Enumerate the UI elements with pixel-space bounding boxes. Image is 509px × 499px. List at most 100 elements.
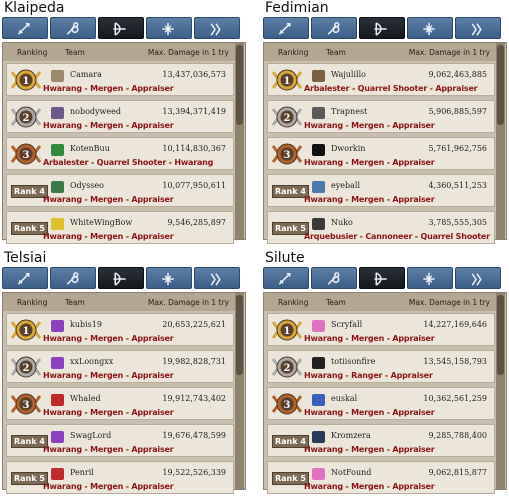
ranking-header: Ranking <box>278 298 309 307</box>
tab-scout[interactable] <box>455 267 501 289</box>
scrollbar-thumb[interactable] <box>236 45 243 125</box>
table-row[interactable]: Rank 4 eyeball 4,360,511,253 Hwarang - Merg… <box>267 174 495 207</box>
tab-sword[interactable] <box>2 17 48 39</box>
team-name: euskal <box>331 394 358 403</box>
class-combo: Hwarang - Mergen - Appraiser <box>43 232 174 241</box>
scrollbar[interactable] <box>235 293 244 489</box>
tab-scout[interactable] <box>455 17 501 39</box>
tab-scout[interactable] <box>194 17 240 39</box>
team-header: Team <box>326 298 346 307</box>
table-row[interactable]: Rank 5 Penril 19,522,526,339 Hwarang - Merg… <box>6 461 234 494</box>
tentacle-emblem-icon <box>51 107 64 119</box>
red-bird-emblem-icon <box>51 394 64 406</box>
staff-icon <box>66 22 79 35</box>
max-damage: 9,546,285,897 <box>167 218 226 227</box>
tab-staff[interactable] <box>50 17 96 39</box>
team-name: NotFound <box>331 468 372 477</box>
ranking-panel-silute: Silute Ranking Team Max. Damage in 1 try 1 Sc… <box>263 250 509 494</box>
team-name: WhiteWingBow <box>70 218 133 227</box>
tab-bow[interactable] <box>98 17 144 39</box>
purple-dragon-emblem-icon <box>51 320 64 332</box>
max-damage: 19,522,526,339 <box>162 468 226 477</box>
class-combo: Arbalester - Quarrel Shooter - Appraiser <box>304 84 478 93</box>
table-header: Ranking Team Max. Damage in 1 try <box>264 293 496 311</box>
max-damage: 19,982,828,731 <box>162 357 226 366</box>
max-damage: 13,545,158,793 <box>423 357 487 366</box>
table-header: Ranking Team Max. Damage in 1 try <box>3 293 235 311</box>
purple-dragon-emblem-icon <box>51 431 64 443</box>
scrollbar[interactable] <box>235 43 244 239</box>
table-row[interactable]: Rank 5 NotFound 9,062,815,877 Hwarang - Mer… <box>267 461 495 494</box>
scrollbar-thumb[interactable] <box>497 45 504 125</box>
table-row[interactable]: 1 Camara 13,437,036,573 Hwarang - Mergen - … <box>6 63 234 96</box>
staff-icon <box>327 272 340 285</box>
hat-emblem-icon <box>312 70 325 82</box>
server-title: Klaipeda <box>4 0 65 16</box>
tab-cleric[interactable] <box>146 17 192 39</box>
tab-staff[interactable] <box>311 267 357 289</box>
table-row[interactable]: 2 nobodyweed 13,394,371,419 Hwarang - Merge… <box>6 100 234 133</box>
max-damage: 10,362,561,259 <box>423 394 487 403</box>
scrollbar[interactable] <box>496 43 505 239</box>
sword-icon <box>17 273 30 285</box>
class-combo: Hwarang - Mergen - Appraiser <box>304 195 435 204</box>
max-damage: 9,062,815,877 <box>428 468 487 477</box>
max-damage: 13,394,371,419 <box>162 107 226 116</box>
red-bird-emblem-icon <box>51 468 64 480</box>
tab-bow[interactable] <box>359 17 405 39</box>
server-title: Fedimian <box>265 0 329 16</box>
scout-icon <box>471 273 482 286</box>
table-row[interactable]: 3 Whaled 19,912,743,402 Hwarang - Mergen - … <box>6 387 234 420</box>
tab-staff[interactable] <box>50 267 96 289</box>
table-row[interactable]: Rank 4 Odysseo 10,077,950,611 Hwarang - Mer… <box>6 174 234 207</box>
team-name: kubis19 <box>70 320 102 329</box>
table-row[interactable]: Rank 5 Nuko 3,785,555,305 Arquebusier - Can… <box>267 211 495 244</box>
scrollbar[interactable] <box>496 293 505 489</box>
table-row[interactable]: 1 Wajulillo 9,062,463,885 Arbalester - Quar… <box>267 63 495 96</box>
tab-cleric[interactable] <box>407 17 453 39</box>
class-combo: Hwarang - Mergen - Appraiser <box>43 334 174 343</box>
bow-icon <box>374 22 387 36</box>
table-row[interactable]: 2 xxLoongxx 19,982,828,731 Hwarang - Mergen… <box>6 350 234 383</box>
class-combo: Hwarang - Mergen - Appraiser <box>304 445 435 454</box>
ranking-header: Ranking <box>278 48 309 57</box>
svg-text:1: 1 <box>23 76 30 87</box>
team-name: SwagLord <box>70 431 112 440</box>
tab-sword[interactable] <box>263 17 309 39</box>
svg-text:1: 1 <box>284 76 291 87</box>
tab-scout[interactable] <box>194 267 240 289</box>
table-row[interactable]: 3 KotenBuu 10,114,830,367 Arbalester - Quar… <box>6 137 234 170</box>
table-row[interactable]: Rank 4 SwagLord 19,676,478,599 Hwarang - Me… <box>6 424 234 457</box>
ranking-board: Ranking Team Max. Damage in 1 try 1 kubis19 2… <box>2 292 246 494</box>
tab-bow[interactable] <box>359 267 405 289</box>
table-row[interactable]: 2 Trapnest 5,906,885,597 Hwarang - Mergen -… <box>267 100 495 133</box>
max-damage: 10,114,830,367 <box>162 144 226 153</box>
table-row[interactable]: 3 Dworkin 5,761,962,756 Hwarang - Mergen - … <box>267 137 495 170</box>
scrollbar-thumb[interactable] <box>497 295 504 375</box>
rank-1-badge-icon: 1 <box>271 69 303 91</box>
tab-sword[interactable] <box>263 267 309 289</box>
table-header: Ranking Team Max. Damage in 1 try <box>3 43 235 61</box>
tab-cleric[interactable] <box>146 267 192 289</box>
class-combo: Hwarang - Mergen - Appraiser <box>43 371 174 380</box>
tab-staff[interactable] <box>311 17 357 39</box>
table-row[interactable]: 3 euskal 10,362,561,259 Hwarang - Mergen - … <box>267 387 495 420</box>
damage-header: Max. Damage in 1 try <box>408 298 490 307</box>
tab-cleric[interactable] <box>407 267 453 289</box>
sword-icon <box>17 23 30 35</box>
team-name: Kromzera <box>331 431 371 440</box>
rank-3-badge-icon: 3 <box>10 393 42 415</box>
max-damage: 5,906,885,597 <box>428 107 487 116</box>
pink-creature-emblem-icon <box>312 468 325 480</box>
tab-sword[interactable] <box>2 267 48 289</box>
table-row[interactable]: 1 Scryfall 14,227,169,646 Hwarang - Mergen … <box>267 313 495 346</box>
svg-text:1: 1 <box>284 326 291 337</box>
table-row[interactable]: 1 kubis19 20,653,225,621 Hwarang - Mergen -… <box>6 313 234 346</box>
tab-bow[interactable] <box>98 267 144 289</box>
table-row[interactable]: Rank 4 Kromzera 9,285,788,400 Hwarang - Mer… <box>267 424 495 457</box>
scrollbar-thumb[interactable] <box>236 295 243 375</box>
team-name: Odysseo <box>70 181 104 190</box>
class-tabs <box>263 267 503 289</box>
table-row[interactable]: Rank 5 WhiteWingBow 9,546,285,897 Hwarang -… <box>6 211 234 244</box>
table-row[interactable]: 2 totiisonfire 13,545,158,793 Hwarang - Ran… <box>267 350 495 383</box>
